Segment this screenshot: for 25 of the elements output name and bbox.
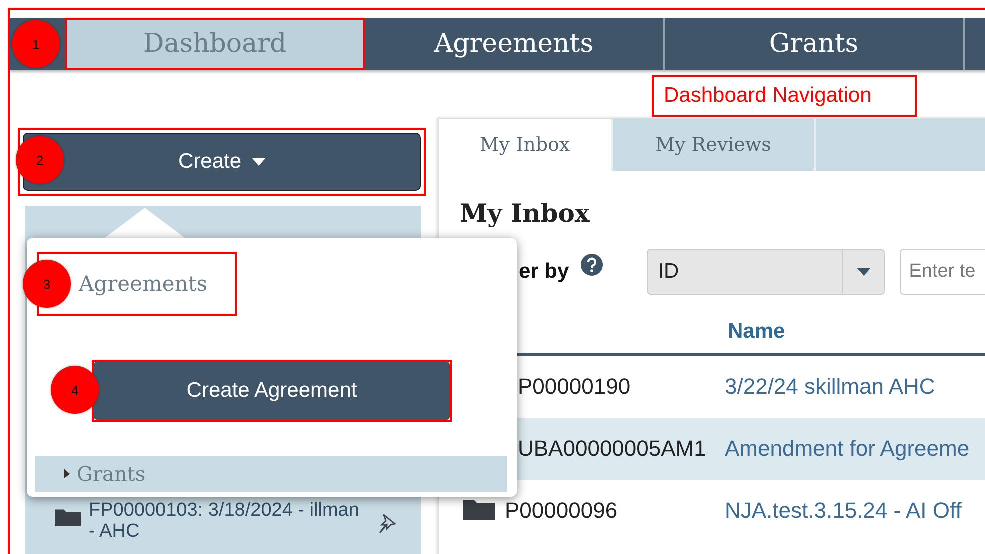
inbox-title: My Inbox: [460, 199, 591, 228]
number-marker: 4: [51, 366, 99, 414]
caret-icon: [252, 158, 266, 166]
name-link[interactable]: Amendment for Agreeme: [725, 436, 970, 462]
triangle-icon: [63, 469, 71, 479]
sidebar-item[interactable]: FP00000103: 3/18/2024 - illman - AHC: [89, 500, 370, 542]
table-cell: P00000096: [505, 498, 618, 524]
table-cell: P00000190: [518, 374, 631, 400]
table-cell: UBA00000005AM1: [518, 436, 706, 462]
help-icon: [581, 254, 604, 276]
caret-icon: [856, 268, 871, 276]
inbox-tab[interactable]: My Inbox: [439, 119, 613, 171]
filter-select[interactable]: ID: [647, 249, 886, 295]
nav-tab[interactable]: Agreements: [365, 18, 665, 70]
filter-label: er by: [519, 260, 570, 284]
pin-icon: [378, 514, 396, 534]
callout-label: Dashboard Navigation: [652, 75, 917, 117]
number-marker: 3: [23, 260, 71, 308]
number-marker: 1: [12, 20, 60, 68]
name-link[interactable]: 3/22/24 skillman AHC: [725, 374, 936, 400]
create-agreement-button[interactable]: Create Agreement: [94, 362, 450, 420]
column-header[interactable]: Name: [728, 320, 786, 344]
search-field[interactable]: Enter te: [900, 249, 985, 295]
name-link[interactable]: NJA.test.3.15.24 - AI Off: [725, 498, 962, 524]
nav-tab[interactable]: Grants: [665, 18, 965, 70]
